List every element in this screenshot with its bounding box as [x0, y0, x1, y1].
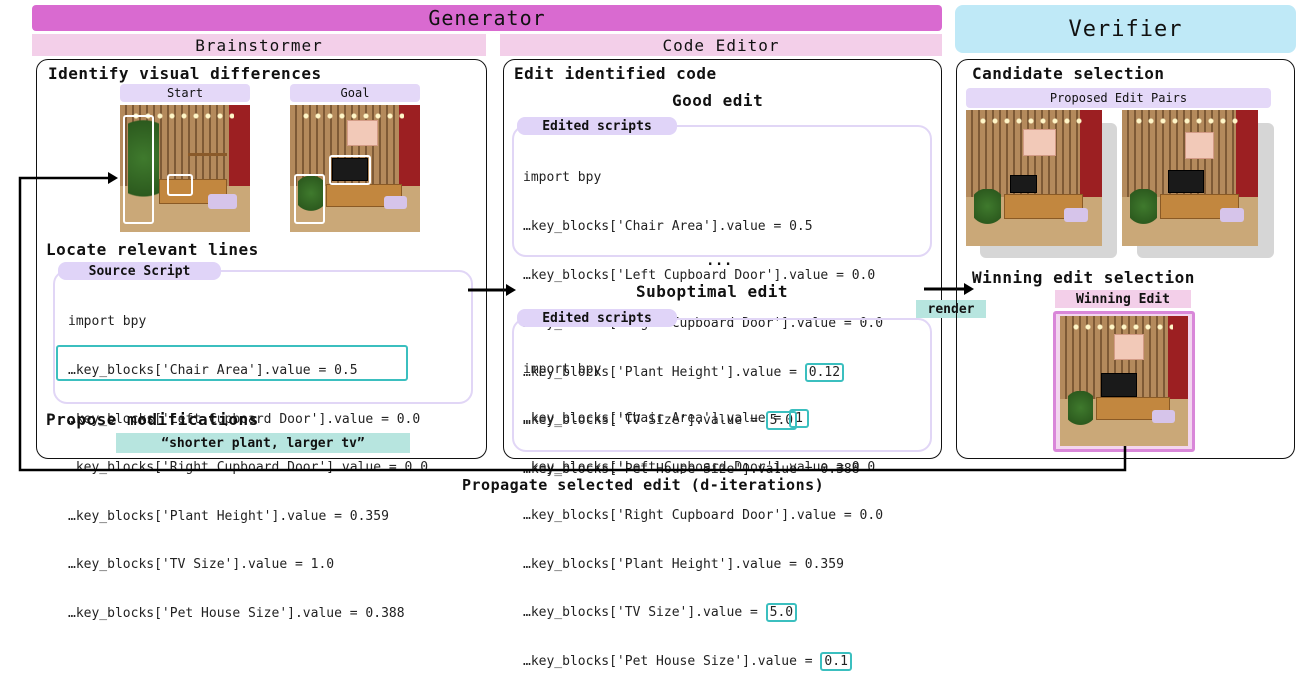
code-line: …key_blocks['Plant Height'].value = 0.35…: [523, 556, 844, 572]
code-line: …key_blocks['Pet House Size'].value = 0.…: [523, 652, 883, 672]
code-line: …key_blocks['TV Size'].value = 1.0: [68, 557, 335, 573]
edited-value: 0.1: [820, 652, 852, 672]
edited-value: 5.0: [765, 603, 798, 623]
code-line: …key_blocks['Plant Height'].value = 0.35…: [68, 508, 389, 524]
code-line: …key_blocks['Pet House Size'].value = 0.…: [68, 606, 405, 622]
code-line: …key_blocks['TV Size'].value = 5.0: [523, 603, 883, 623]
footer-caption: Propagate selected edit (d-iterations): [462, 476, 825, 494]
code-line: …key_blocks['Right Cupboard Door'].value…: [523, 508, 884, 524]
feedback-loop-arrow: [18, 172, 1127, 472]
